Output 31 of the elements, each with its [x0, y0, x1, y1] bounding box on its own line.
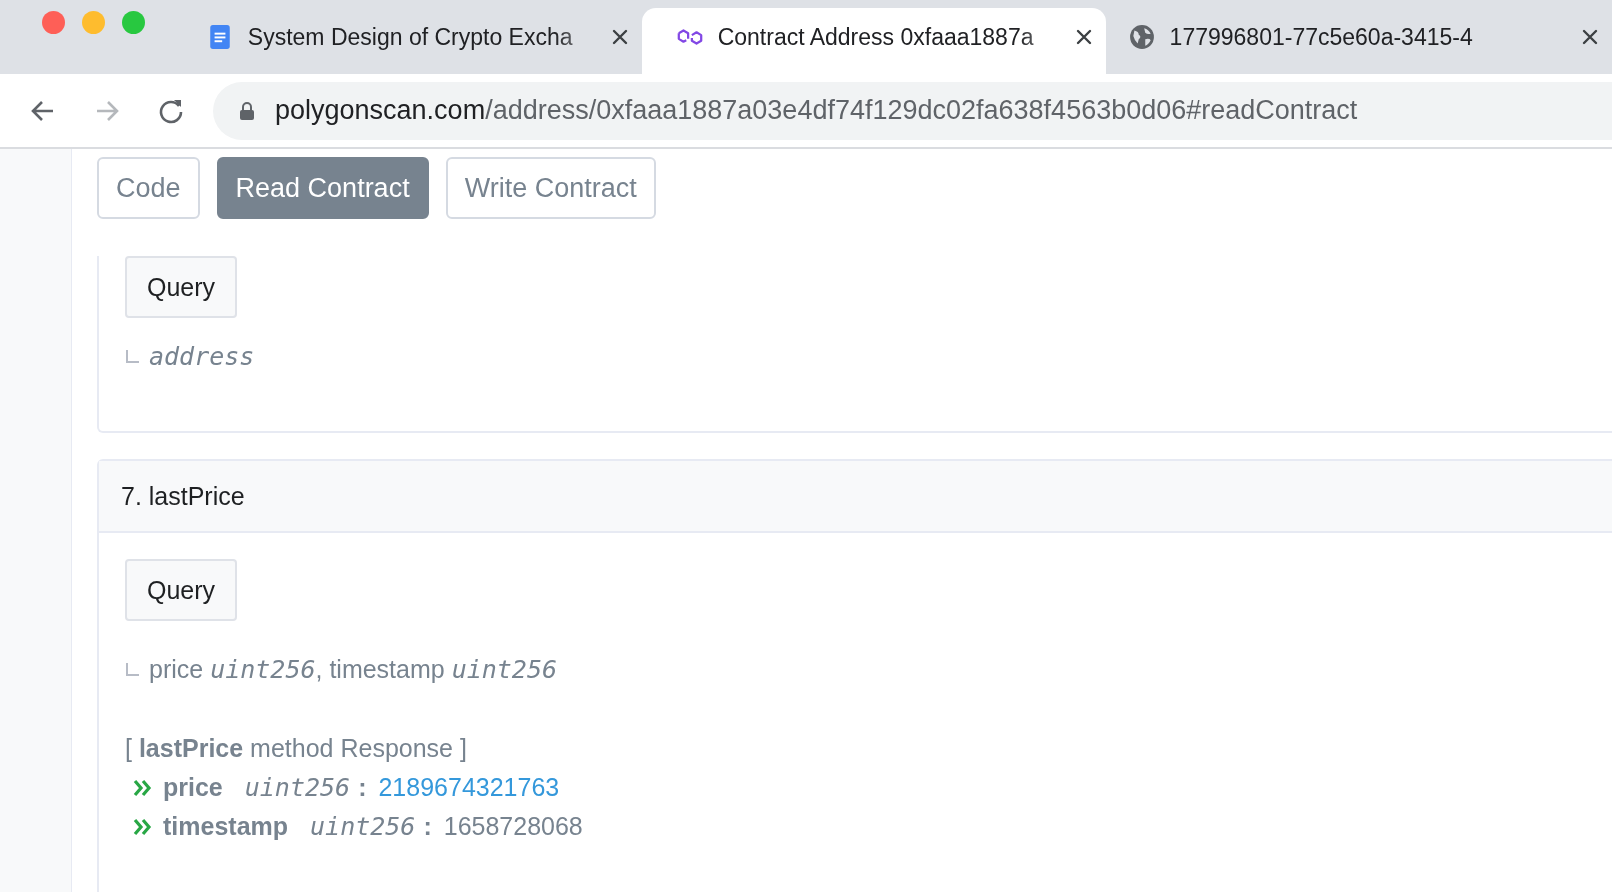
method-title: 7. lastPrice — [121, 481, 245, 511]
response-type: uint256 — [244, 773, 351, 802]
response-name: price — [163, 773, 223, 802]
double-chevron-icon — [133, 778, 153, 797]
response-type: uint256 — [310, 812, 416, 841]
query-button[interactable]: Query — [125, 559, 238, 621]
contract-tab[interactable]: Read Contract — [216, 157, 429, 219]
response-colon: : — [358, 773, 367, 802]
response-heading: [ lastPrice method Response ] — [125, 734, 468, 763]
output-type: address — [149, 342, 255, 371]
lock-icon — [239, 100, 255, 121]
contract-tab[interactable]: Code — [97, 157, 200, 219]
browser-tab[interactable]: Contract Address 0xfaaa1887a — [641, 8, 1106, 74]
response-value: 1658728068 — [443, 812, 583, 841]
tab-title: Contract Address 0xfaaa1887a — [717, 23, 1035, 51]
tab-title: 177996801-77c5e60a-3415-4 — [1169, 23, 1474, 51]
globe-icon — [1127, 24, 1156, 50]
browser-tab[interactable]: System Design of Crypto Excha — [193, 8, 642, 74]
response-colon: : — [423, 812, 432, 841]
double-chevron-icon — [133, 817, 153, 836]
address-bar[interactable]: polygonscan.com/address/0xfaaa1887a03e4df74f129dc02fa638f4563b0d06#readContract — [213, 81, 1612, 140]
browser-tab[interactable]: 177996801-77c5e60a-3415-4 — [1105, 8, 1612, 74]
output-list: price uint256, timestamp uint256 — [149, 655, 557, 684]
corner-icon — [125, 349, 139, 364]
close-icon[interactable] — [1580, 27, 1600, 47]
query-button[interactable]: Query — [125, 256, 238, 318]
corner-icon — [125, 662, 139, 677]
contract-tab[interactable]: Write Contract — [445, 157, 656, 219]
tab-title: System Design of Crypto Excha — [247, 23, 574, 51]
response-name: timestamp — [163, 812, 289, 841]
url-text: polygonscan.com/address/0xfaaa1887a03e4df74f129dc02fa638f4563b0d06#readContract — [275, 95, 1358, 126]
